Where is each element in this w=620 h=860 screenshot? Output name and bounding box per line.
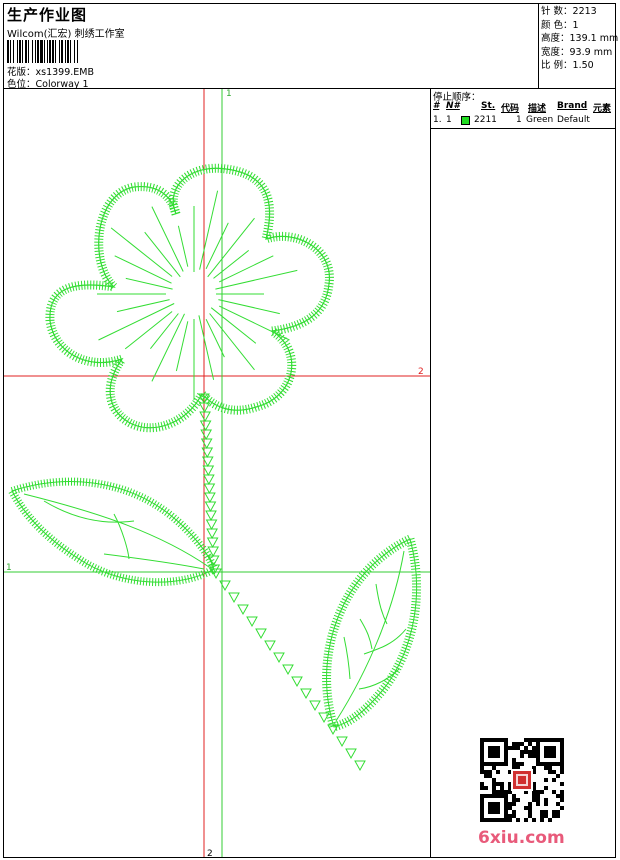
- stop-table-row[interactable]: 1. 1 2211 1 Green Default: [431, 115, 616, 127]
- qr-code-icon: [480, 738, 564, 822]
- company-name: Wilcom(汇宏) 刺绣工作室: [7, 29, 125, 40]
- row-brand: Default: [557, 115, 590, 125]
- stat-width: 宽度：93.9 mm: [541, 46, 613, 58]
- red-vertical-guide-label: 2: [207, 849, 213, 857]
- col-needle: N#: [446, 101, 460, 111]
- row-code: 1: [516, 115, 522, 125]
- col-index: #: [433, 101, 440, 111]
- row-description: Green: [526, 115, 554, 125]
- flower-center-rays: [97, 190, 298, 400]
- design-stats: 针 数：2213 颜 色：1 高度：139.1 mm 宽度：93.9 mm 比 …: [538, 3, 619, 89]
- col-element: 元素: [593, 104, 612, 114]
- right-leaf: [322, 532, 422, 733]
- thread-color-swatch: [461, 116, 470, 125]
- red-horizontal-guide-label: 2: [418, 367, 424, 377]
- embroidery-design-canvas: 1 2 1 2: [4, 89, 430, 857]
- row-stitches: 2211: [474, 115, 497, 125]
- col-brand: Brand: [557, 101, 588, 111]
- page-title: 生产作业图: [7, 6, 88, 24]
- col-code: 代码: [501, 104, 520, 114]
- col-description: 描述: [528, 104, 547, 114]
- colorway-field: 色位：Colorway 1: [7, 76, 89, 90]
- row-index: 1.: [433, 115, 442, 125]
- stat-stitches: 针 数：2213: [541, 6, 597, 17]
- stat-colors: 颜 色：1: [541, 19, 579, 31]
- green-horizontal-guide-label: 1: [6, 563, 12, 573]
- row-needle: 1: [446, 115, 452, 125]
- flower-petals: [45, 163, 334, 433]
- stat-scale: 比 例：1.50: [541, 60, 594, 72]
- col-stitches: St.: [481, 101, 496, 111]
- stat-height: 高度：139.1 mm: [541, 33, 619, 45]
- table-divider: [431, 128, 616, 129]
- worksheet-header: 生产作业图 Wilcom(汇宏) 刺绣工作室 花版：xs1399.EMB 色位：…: [3, 3, 616, 90]
- barcode: [7, 40, 133, 63]
- stop-table-header: # N# St. 代码 描述 Brand 元素: [431, 101, 616, 114]
- green-vertical-guide-label: 1: [226, 89, 232, 99]
- site-watermark: 6xiu.com: [478, 828, 565, 848]
- left-leaf: [6, 477, 219, 587]
